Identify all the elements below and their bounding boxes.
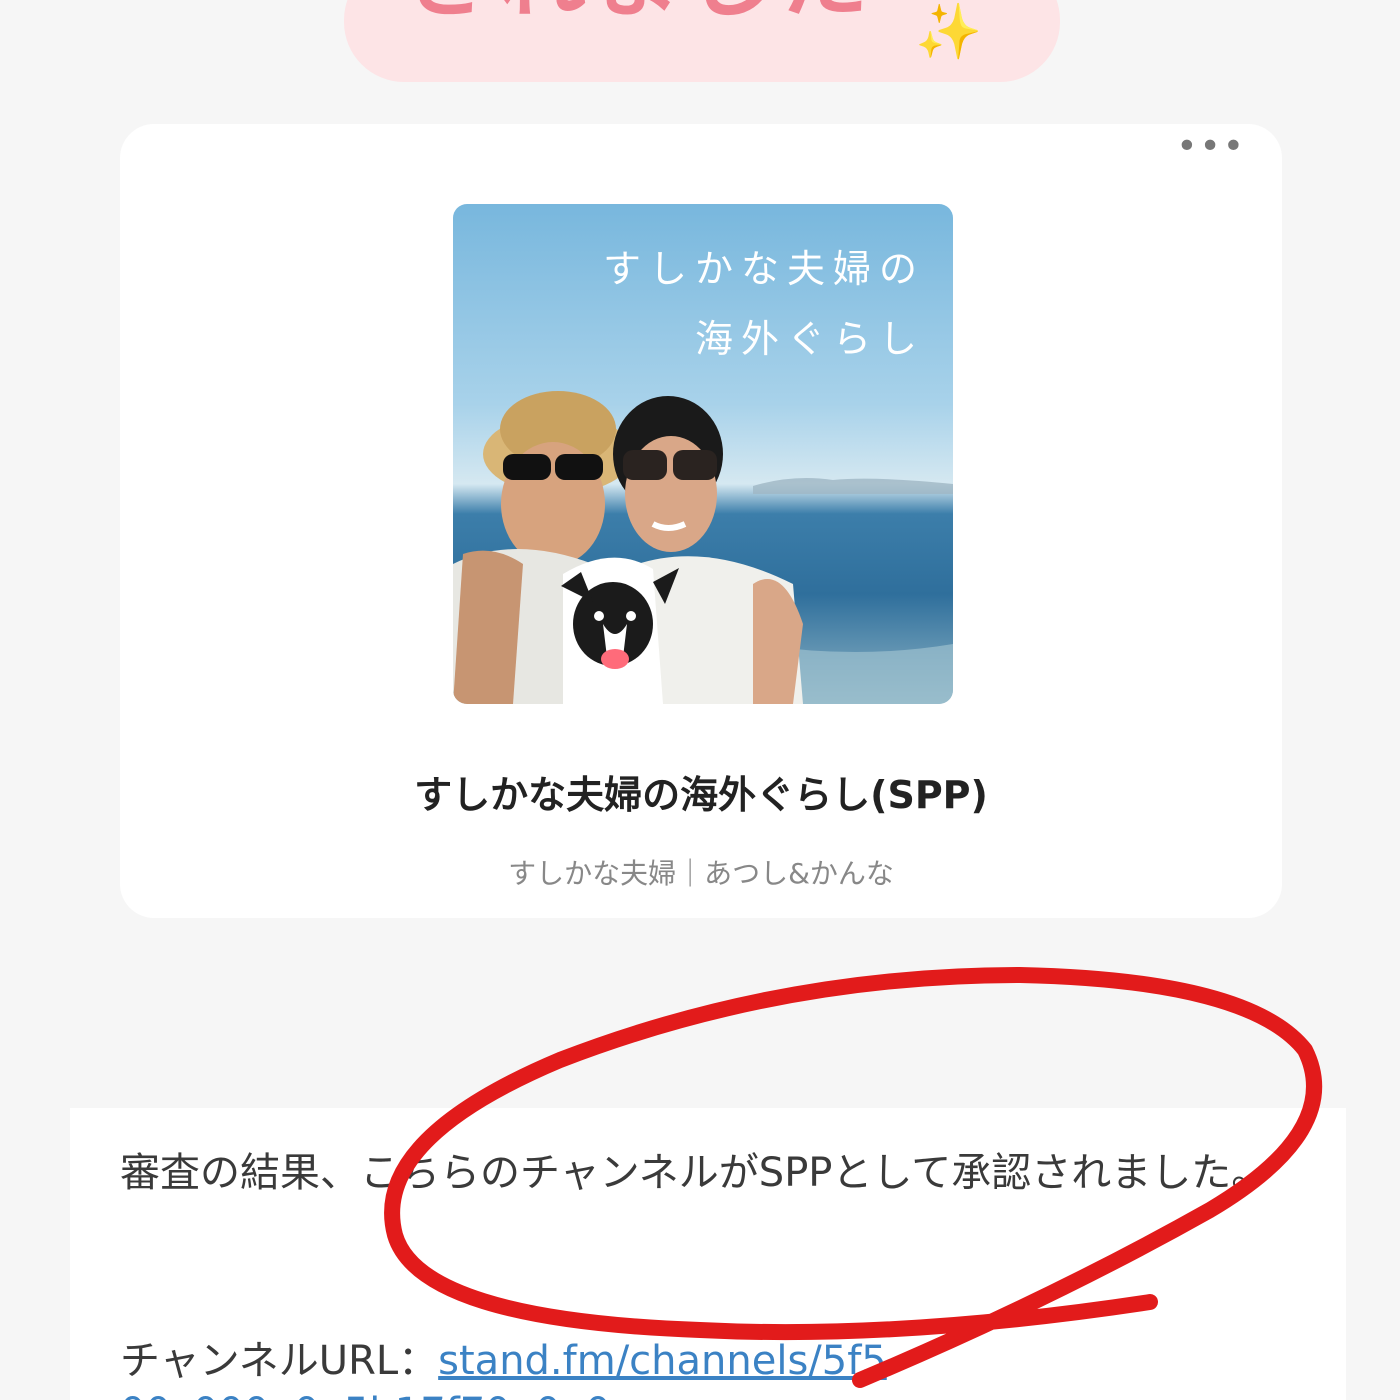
message-body: 審査の結果、こちらのチャンネルがSPPとして承認されました。 (120, 1150, 1272, 1196)
channel-card[interactable]: ••• すしかな夫婦の 海外ぐらし すしかな夫婦の海外ぐらし(SPP) すしかな… (120, 124, 1282, 918)
screen: されました ✨ ••• (0, 0, 1400, 1400)
channel-title: すしかな夫婦の海外ぐらし(SPP) (414, 773, 988, 817)
cover-title-line2: 海外ぐらし (694, 317, 925, 361)
url-label: チャンネルURL： (120, 1338, 439, 1384)
cover-title: すしかな夫婦の 海外ぐらし (545, 234, 925, 374)
cover-title-line1: すしかな夫婦の (602, 247, 925, 291)
channel-url-continued[interactable]: 00c000e0e5b17f70e0e0 (120, 1390, 611, 1400)
channel-owner: すしかな夫婦｜あつし&かんな (508, 857, 894, 890)
approval-message: 審査の結果、こちらのチャンネルがSPPとして承認されました。 チャンネルURL：… (70, 1108, 1346, 1400)
more-options-button[interactable]: ••• (1176, 126, 1246, 167)
channel-url-link[interactable]: stand.fm/channels/5f5 (438, 1338, 887, 1384)
channel-cover-image[interactable]: すしかな夫婦の 海外ぐらし (453, 204, 953, 704)
banner-text: されました (404, 0, 874, 35)
sparkle-icon: ✨ (915, 0, 983, 63)
channel-url-row: チャンネルURL：stand.fm/channels/5f5 (120, 1328, 887, 1386)
